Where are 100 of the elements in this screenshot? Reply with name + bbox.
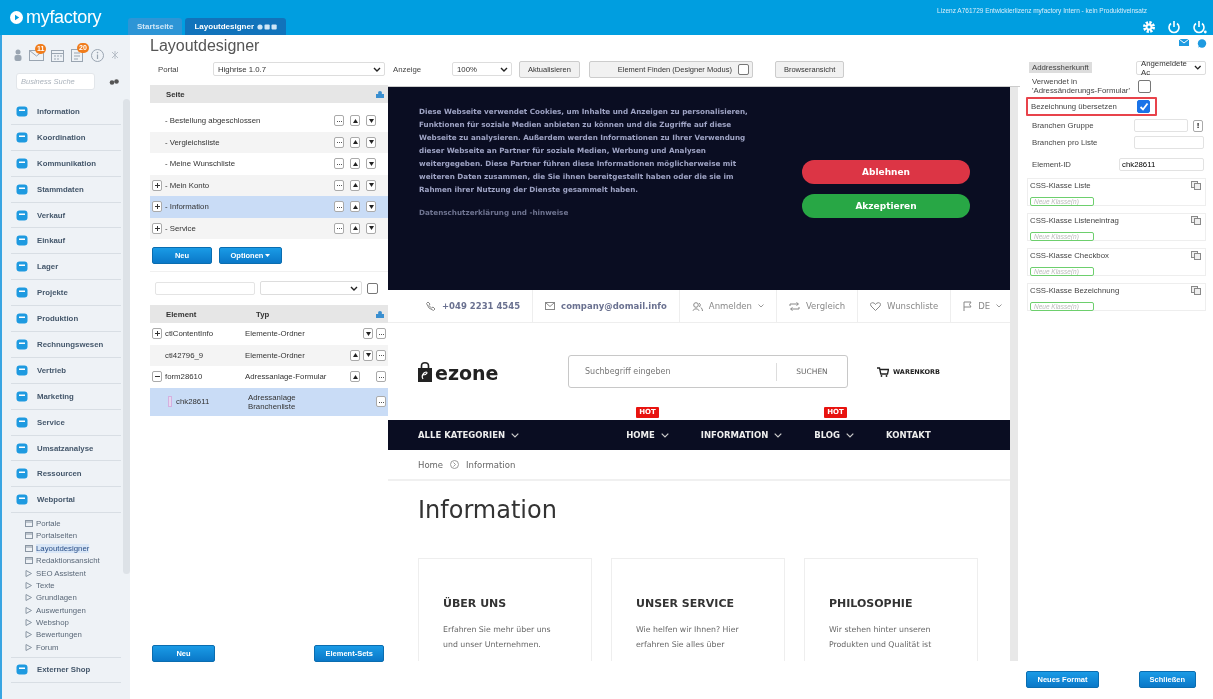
top-link[interactable]: DE — [951, 289, 1010, 323]
top-link[interactable]: Wunschliste — [858, 289, 952, 323]
expand-button[interactable] — [152, 201, 162, 213]
window-icon — [25, 544, 33, 552]
move-down-button[interactable] — [366, 115, 376, 127]
triangle-down-icon — [368, 140, 374, 145]
move-up-button[interactable] — [350, 349, 360, 361]
lookup-button[interactable]: ! — [1193, 119, 1203, 132]
top-link[interactable]: Anmelden — [679, 289, 777, 323]
triangle-up-icon — [352, 374, 358, 379]
calendar-icon[interactable] — [51, 48, 64, 62]
property-field[interactable] — [1134, 136, 1204, 149]
move-up-button[interactable] — [350, 371, 360, 383]
module-icon — [16, 131, 28, 143]
triangle-down-icon — [368, 183, 374, 188]
ellipsis-icon — [336, 119, 342, 122]
ellipsis-icon — [336, 227, 342, 230]
copy-icon[interactable] — [1191, 286, 1201, 295]
shop-nav-item[interactable]: KONTAKT — [886, 430, 931, 440]
more-button[interactable] — [334, 179, 344, 191]
info-icon[interactable] — [91, 48, 104, 62]
property-field[interactable] — [1134, 119, 1188, 132]
move-up-button[interactable] — [350, 179, 360, 191]
move-down-button[interactable] — [366, 222, 376, 234]
expand-button[interactable] — [152, 179, 162, 191]
more-button[interactable] — [334, 201, 344, 213]
collapse-button[interactable] — [152, 371, 162, 383]
shop-nav-item[interactable]: ALLE KATEGORIEN — [418, 430, 520, 440]
designer-mode-checkbox[interactable] — [737, 63, 749, 75]
filter-field[interactable] — [155, 281, 255, 295]
settings-icon[interactable] — [1142, 20, 1156, 34]
more-button[interactable] — [376, 396, 386, 407]
move-up-button[interactable] — [350, 222, 360, 234]
move-up-button[interactable] — [350, 201, 360, 213]
move-down-button[interactable] — [363, 328, 373, 340]
module-icon — [16, 338, 28, 350]
chat-bubble-icon[interactable] — [1197, 39, 1207, 48]
move-up-button[interactable] — [350, 158, 360, 170]
filter-checkbox[interactable] — [367, 282, 378, 294]
copy-icon[interactable] — [1191, 181, 1201, 190]
binoculars-icon[interactable] — [109, 78, 119, 85]
check-icon — [1138, 101, 1149, 112]
expand-button[interactable] — [152, 328, 162, 340]
module-icon — [16, 313, 28, 325]
power-icon[interactable] — [1167, 20, 1181, 34]
tab[interactable]: Layoutdesigner — [185, 18, 287, 35]
note-icon[interactable] — [71, 48, 84, 62]
envelope-icon — [545, 302, 556, 310]
decline-button[interactable]: Ablehnen — [802, 160, 970, 184]
window-icon — [25, 519, 33, 527]
module-icon — [16, 209, 28, 221]
triangle-up-icon — [352, 353, 358, 358]
copy-icon[interactable] — [1191, 216, 1201, 225]
move-down-button[interactable] — [366, 158, 376, 170]
top-link[interactable]: Vergleich — [776, 289, 859, 323]
ellipsis-icon — [336, 162, 342, 165]
play-circle-icon — [10, 11, 23, 24]
more-button[interactable] — [334, 136, 344, 148]
top-link[interactable]: company@domail.info — [533, 289, 680, 323]
chevron-down-icon — [350, 285, 358, 291]
module-icon — [16, 183, 28, 195]
move-down-button[interactable] — [366, 201, 376, 213]
more-button[interactable] — [334, 115, 344, 127]
top-link[interactable]: +049 2231 4545 — [418, 289, 534, 323]
property-checkbox[interactable] — [1138, 79, 1151, 93]
shopping-bag-icon — [418, 361, 432, 382]
triangle-up-icon — [352, 226, 358, 231]
more-button[interactable] — [376, 349, 386, 361]
triangle-up-icon — [352, 140, 358, 145]
more-button[interactable] — [376, 328, 386, 340]
more-button[interactable] — [334, 158, 344, 170]
power-icon[interactable] — [1192, 20, 1207, 34]
breadcrumb-link[interactable]: Home — [418, 459, 444, 470]
phone-icon — [426, 301, 436, 311]
module-icon — [16, 442, 28, 454]
plus-icon — [154, 204, 160, 210]
move-up-button[interactable] — [350, 115, 360, 127]
more-button[interactable] — [376, 371, 386, 383]
move-down-button[interactable] — [363, 349, 373, 361]
more-button[interactable] — [334, 222, 344, 234]
move-up-button[interactable] — [350, 136, 360, 148]
column-settings-icon[interactable] — [376, 310, 384, 318]
chevron-down-icon — [511, 432, 520, 438]
triangle-down-icon — [368, 118, 374, 123]
triangle-up-icon — [352, 204, 358, 209]
module-icon — [16, 468, 28, 480]
scrollbar[interactable] — [123, 99, 130, 574]
shop-nav-item[interactable]: INFORMATION — [700, 430, 783, 440]
card-title: ÜBER UNS — [443, 597, 508, 610]
copy-icon[interactable] — [1191, 251, 1201, 260]
property-checkbox[interactable] — [1137, 100, 1150, 113]
person-icon[interactable] — [14, 49, 22, 61]
scrollbar[interactable] — [1010, 87, 1018, 661]
envelope-icon[interactable] — [1179, 39, 1189, 46]
move-down-button[interactable] — [366, 136, 376, 148]
breadcrumb-current: Information — [466, 459, 516, 470]
column-settings-icon[interactable] — [376, 90, 384, 98]
move-down-button[interactable] — [366, 179, 376, 191]
expand-button[interactable] — [152, 222, 162, 234]
triangle-up-icon — [352, 183, 358, 188]
